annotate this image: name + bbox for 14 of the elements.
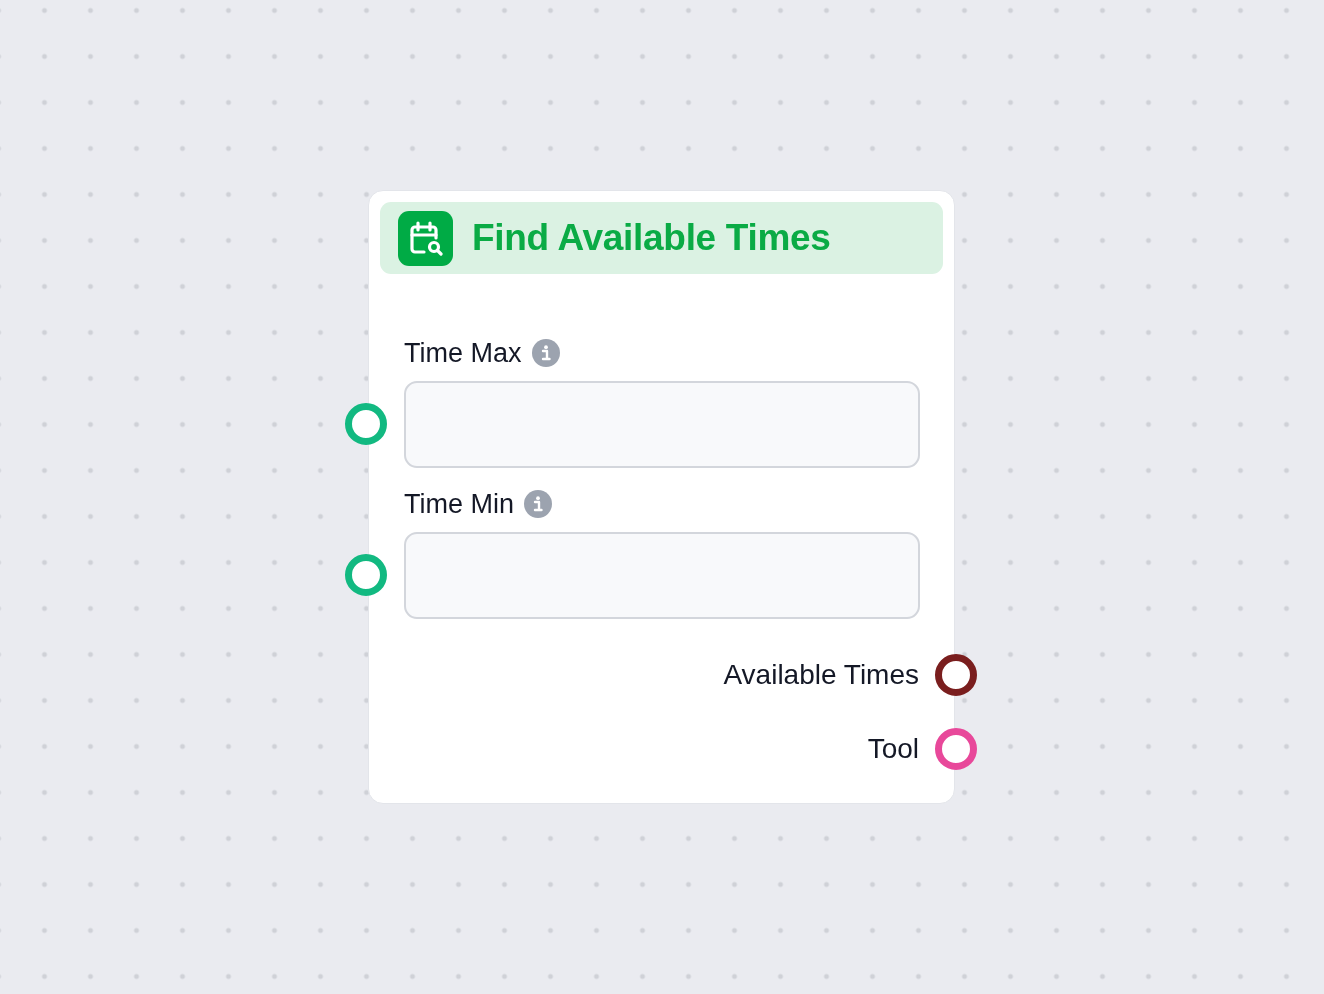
input-field[interactable]	[404, 381, 920, 468]
output-handle[interactable]	[935, 654, 977, 696]
node-title: Find Available Times	[472, 217, 831, 259]
input-handle[interactable]	[345, 403, 387, 445]
input-handle[interactable]	[345, 554, 387, 596]
field-label: Time Min	[404, 488, 514, 520]
output-label: Tool	[867, 733, 919, 765]
field-label: Time Max	[404, 337, 522, 369]
output-handle[interactable]	[935, 728, 977, 770]
output-label: Available Times	[723, 659, 919, 691]
info-icon[interactable]	[524, 490, 552, 518]
input-field[interactable]	[404, 532, 920, 619]
info-icon[interactable]	[531, 339, 560, 367]
calendar-search-icon	[398, 210, 453, 266]
